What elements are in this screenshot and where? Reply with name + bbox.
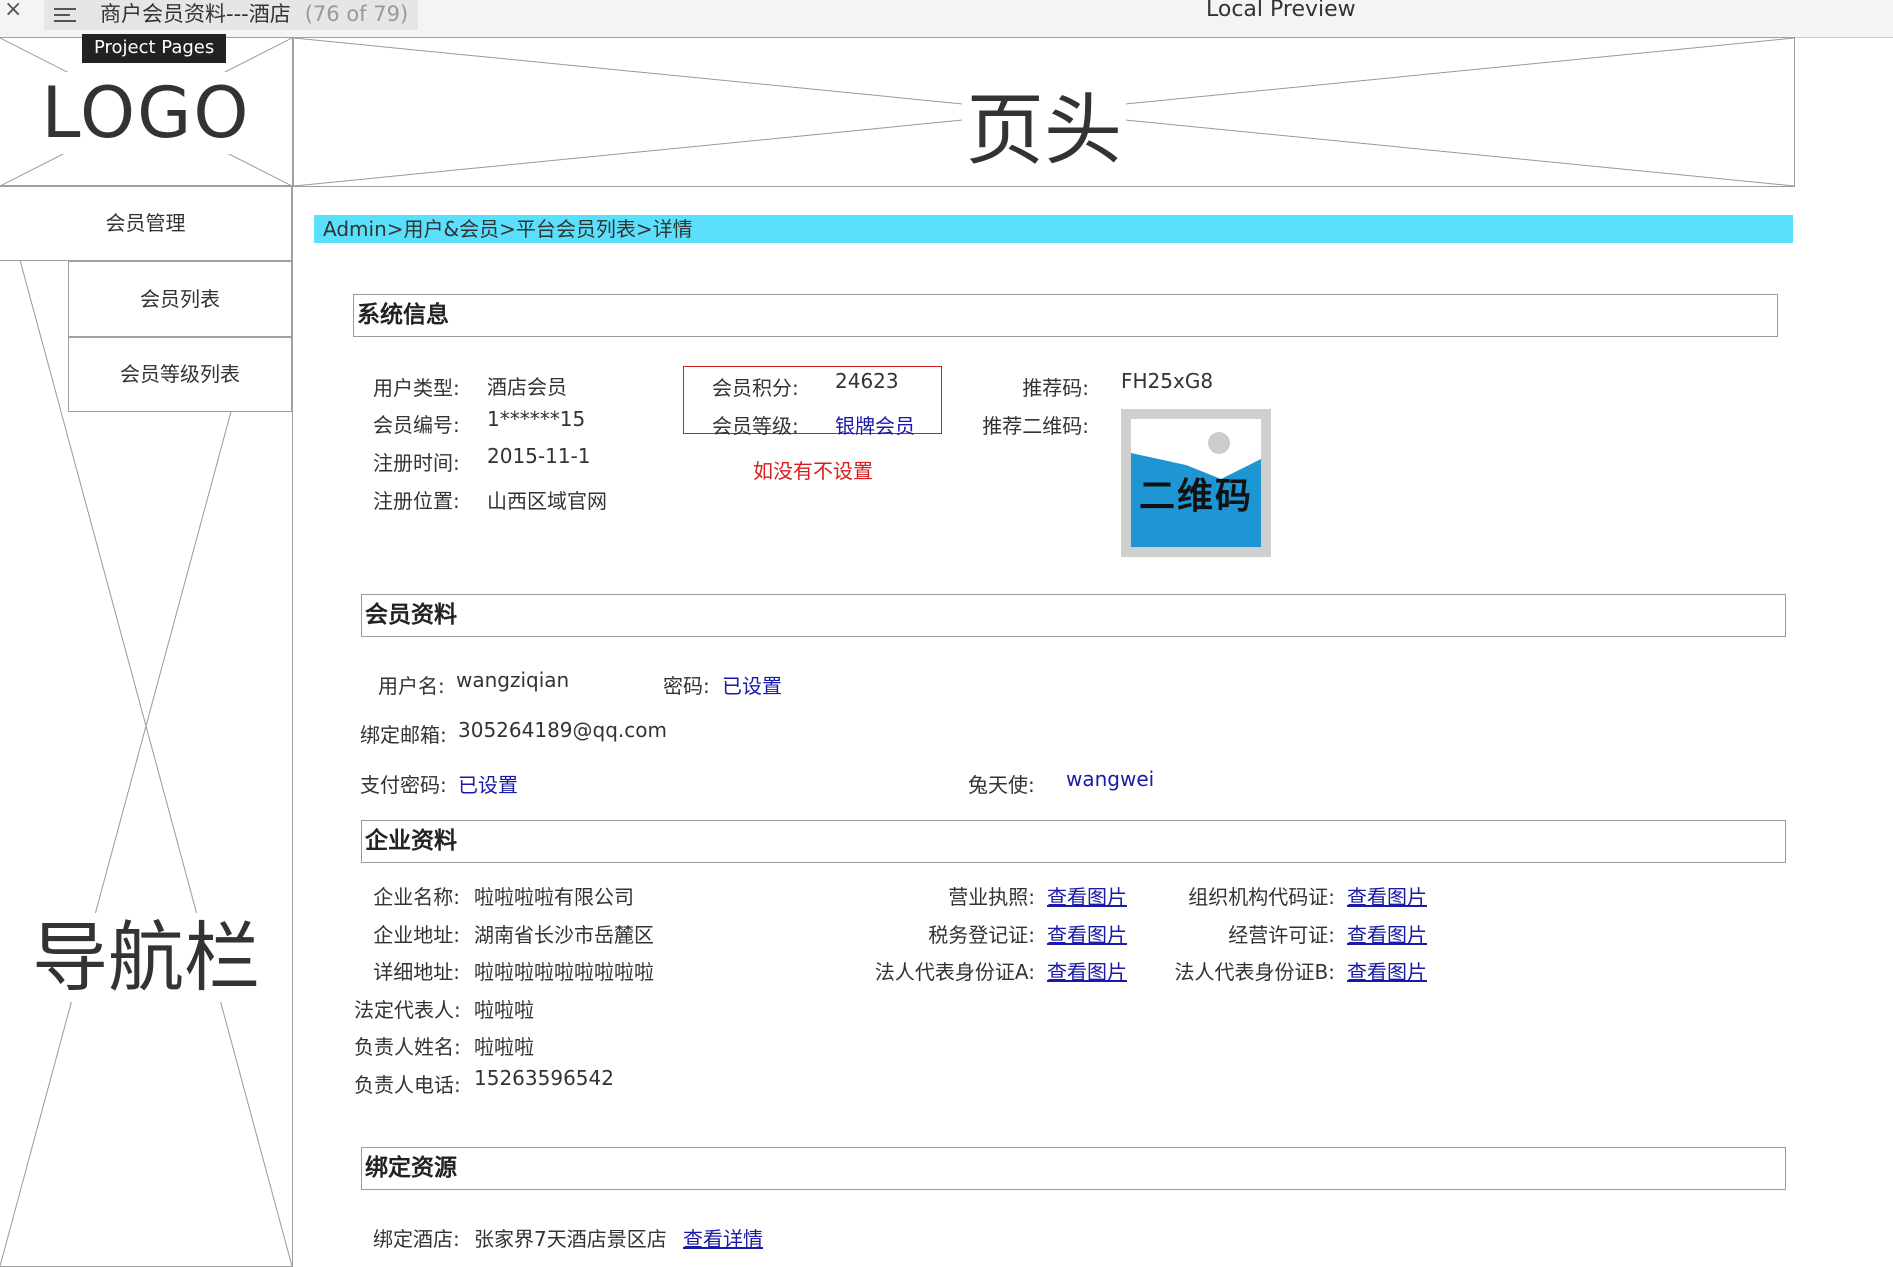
id-card-b-view-link[interactable]: 查看图片 [1347,956,1427,985]
section-title-company-info: 企业资料 [361,820,1786,863]
preview-title: Local Preview [1206,0,1356,22]
logo-label: LOGO [35,72,257,154]
contact-phone-value: 15263596542 [474,1066,614,1090]
org-code-label: 组织机构代码证: [1188,885,1335,909]
bound-hotel-label: 绑定酒店: [373,1227,460,1251]
level-label: 会员等级: [712,414,799,438]
username-value: wangziqian [456,668,570,692]
pay-password-status-link[interactable]: 已设置 [458,769,518,798]
id-card-a-label: 法人代表身份证A: [874,960,1035,984]
page-tab[interactable]: 商户会员资料---酒店 (76 of 79) [44,0,418,30]
legal-rep-value: 啦啦啦 [474,998,534,1022]
member-level-link[interactable]: 银牌会员 [835,410,915,439]
license-view-link[interactable]: 查看图片 [1047,881,1127,910]
page-name: 商户会员资料---酒店 [100,2,291,26]
member-no-value: 1******15 [487,407,586,431]
id-card-a-view-link[interactable]: 查看图片 [1047,956,1127,985]
user-type-value: 酒店会员 [487,375,567,399]
contact-phone-label: 负责人电话: [354,1073,461,1097]
company-name-value: 啦啦啦啦有限公司 [474,885,634,909]
angel-label: 兔天使: [968,773,1035,797]
detail-address-value: 啦啦啦啦啦啦啦啦啦 [474,960,654,984]
header-label: 页头 [961,86,1126,176]
pay-password-label: 支付密码: [360,773,447,797]
license-label: 营业执照: [948,885,1035,909]
section-title-system-info: 系统信息 [353,294,1778,337]
page-count: (76 of 79) [304,2,409,26]
header-placeholder: 页头 [293,37,1795,187]
section-title-member-info: 会员资料 [361,594,1786,637]
page-tab-title: 商户会员资料---酒店 (76 of 79) [100,0,408,28]
member-no-label: 会员编号: [373,413,460,437]
section-title-bound-resources: 绑定资源 [361,1147,1786,1190]
password-status-link[interactable]: 已设置 [722,670,782,699]
company-address-value: 湖南省长沙市岳麓区 [474,923,654,947]
reg-location-value: 山西区域官网 [487,489,607,513]
username-label: 用户名: [378,674,445,698]
project-pages-tooltip: Project Pages [82,34,227,63]
legal-rep-label: 法定代表人: [354,998,461,1022]
qr-code-image: 二维码 [1121,409,1271,557]
qr-label: 推荐二维码: [982,414,1089,438]
reg-time-label: 注册时间: [373,451,460,475]
close-icon[interactable]: × [4,0,22,22]
reg-location-label: 注册位置: [373,489,460,513]
business-permit-label: 经营许可证: [1228,923,1335,947]
referral-code-value: FH25xG8 [1121,369,1214,393]
breadcrumb: Admin>用户&会员>平台会员列表>详情 [314,215,1793,243]
detail-address-label: 详细地址: [373,960,460,984]
nav-label: 导航栏 [28,913,264,1002]
annotation-note: 如没有不设置 [753,459,873,483]
tax-cert-label: 税务登记证: [928,923,1035,947]
points-value: 24623 [835,369,899,393]
hotel-view-detail-link[interactable]: 查看详情 [683,1223,763,1252]
bound-hotel-value: 张家界7天酒店景区店 [474,1227,667,1251]
contact-name-value: 啦啦啦 [474,1035,534,1059]
sidebar-item-member-list[interactable]: 会员列表 [68,261,292,337]
org-code-view-link[interactable]: 查看图片 [1347,881,1427,910]
password-label: 密码: [663,674,710,698]
user-type-label: 用户类型: [373,376,460,400]
contact-name-label: 负责人姓名: [354,1035,461,1059]
email-value: 305264189@qq.com [458,718,667,742]
company-name-label: 企业名称: [373,885,460,909]
qr-code-caption: 二维码 [1138,475,1253,517]
business-permit-view-link[interactable]: 查看图片 [1347,919,1427,948]
referral-label: 推荐码: [1022,376,1089,400]
sidebar-item-member-level-list[interactable]: 会员等级列表 [68,337,292,412]
company-address-label: 企业地址: [373,923,460,947]
points-label: 会员积分: [712,376,799,400]
email-label: 绑定邮箱: [360,723,447,747]
sidebar-item-member-management[interactable]: 会员管理 [0,186,292,261]
menu-icon[interactable] [54,4,76,24]
tax-cert-view-link[interactable]: 查看图片 [1047,919,1127,948]
reg-time-value: 2015-11-1 [487,444,591,468]
id-card-b-label: 法人代表身份证B: [1174,960,1335,984]
title-bar: × 商户会员资料---酒店 (76 of 79) Local Preview [0,0,1893,38]
angel-value-link[interactable]: wangwei [1066,767,1154,791]
